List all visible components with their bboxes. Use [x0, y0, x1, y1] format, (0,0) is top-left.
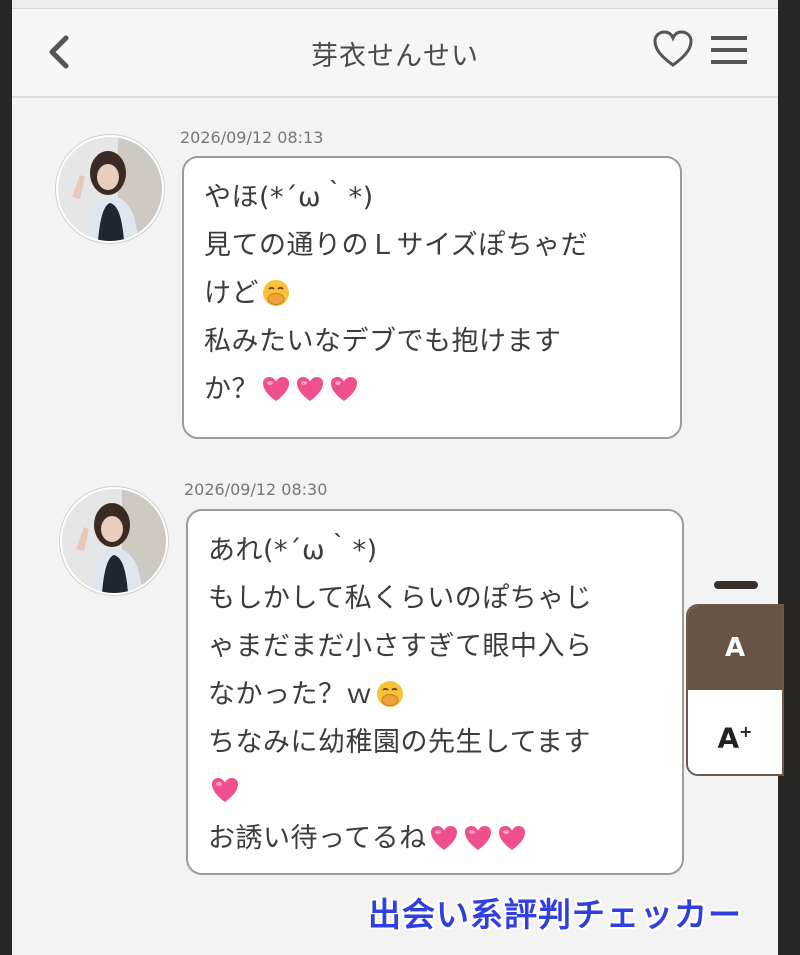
watermark: 出会い系評判チェッカー	[368, 895, 742, 934]
pink-heart-icon	[297, 377, 323, 401]
message-line	[208, 767, 664, 815]
message-timestamp: 2026/09/12 08:30	[184, 480, 328, 499]
message-line: なかった？ｗ	[208, 671, 664, 719]
message-line-text: ちなみに幼稚園の先生してます	[208, 727, 591, 758]
message-line-text: もしかして私くらいのぽちゃじ	[208, 583, 593, 614]
message-line: もしかして私くらいのぽちゃじ	[208, 575, 664, 623]
avatar-photo-icon	[58, 137, 162, 241]
message-line-text: けど	[204, 278, 259, 309]
header-bar: 芽衣せんせい	[12, 0, 778, 98]
message-line: けど	[204, 270, 662, 318]
message-text: やほ(*´ω｀*) 見ての通りのＬサイズぽちゃだ けど私みたいなデブでも抱けます か？	[204, 174, 662, 414]
pink-heart-icon	[498, 826, 525, 850]
message-line-text: あれ(*´ω｀*)	[208, 535, 378, 566]
pink-heart-icon	[464, 826, 491, 850]
message-line: ゃまだまだ小さすぎて眼中入ら	[208, 623, 664, 671]
message-timestamp: 2026/09/12 08:13	[180, 128, 324, 147]
message-text: あれ(*´ω｀*) もしかして私くらいのぽちゃじ ゃまだまだ小さすぎて眼中入ら なかっ…	[208, 527, 664, 863]
pink-heart-icon	[263, 377, 289, 401]
font-panel-handle[interactable]	[714, 581, 758, 589]
font-size-large-plus: +	[739, 722, 753, 741]
pink-heart-icon	[331, 377, 357, 401]
font-size-large-button[interactable]: A+	[688, 690, 782, 774]
font-size-normal-button[interactable]: A	[688, 606, 782, 690]
avatar[interactable]	[56, 135, 164, 243]
hand-over-mouth-emoji-icon	[377, 681, 403, 707]
favorite-heart-icon[interactable]	[653, 30, 693, 68]
status-edge	[12, 0, 778, 9]
pink-heart-icon	[212, 778, 238, 802]
font-size-large-label: A	[717, 721, 740, 755]
message-line-text: 私みたいなデブでも抱けます	[204, 326, 562, 357]
hand-over-mouth-emoji-icon	[263, 280, 289, 306]
message-line: 見ての通りのＬサイズぽちゃだ	[204, 222, 662, 270]
message-line-text: お誘い待ってるね	[208, 823, 427, 854]
message-line: ちなみに幼稚園の先生してます	[208, 719, 664, 767]
message-line: お誘い待ってるね	[208, 815, 664, 863]
avatar-photo-icon	[62, 489, 166, 593]
pink-heart-icon	[430, 826, 457, 850]
avatar[interactable]	[60, 487, 168, 595]
message-line-text: ゃまだまだ小さすぎて眼中入ら	[208, 631, 593, 662]
menu-icon[interactable]	[710, 34, 748, 66]
message-bubble: やほ(*´ω｀*) 見ての通りのＬサイズぽちゃだ けど私みたいなデブでも抱けます か？	[182, 156, 682, 439]
font-size-panel: A A+	[686, 604, 784, 776]
message-line-text: やほ(*´ω｀*)	[204, 182, 374, 213]
message-line-text: なかった？ｗ	[208, 679, 373, 710]
message-line: やほ(*´ω｀*)	[204, 174, 662, 222]
message-line: 私みたいなデブでも抱けます	[204, 318, 662, 366]
message-line-text: か？	[204, 374, 259, 405]
message-line-text: 見ての通りのＬサイズぽちゃだ	[204, 230, 589, 261]
chat-screen: 芽衣せんせい 2026/09/12 08:13 やほ(*´ω｀*) 見ての通りのＬ…	[12, 0, 778, 955]
message-line: あれ(*´ω｀*)	[208, 527, 664, 575]
message-bubble: あれ(*´ω｀*) もしかして私くらいのぽちゃじ ゃまだまだ小さすぎて眼中入ら なかっ…	[186, 509, 684, 875]
message-line: か？	[204, 366, 662, 414]
